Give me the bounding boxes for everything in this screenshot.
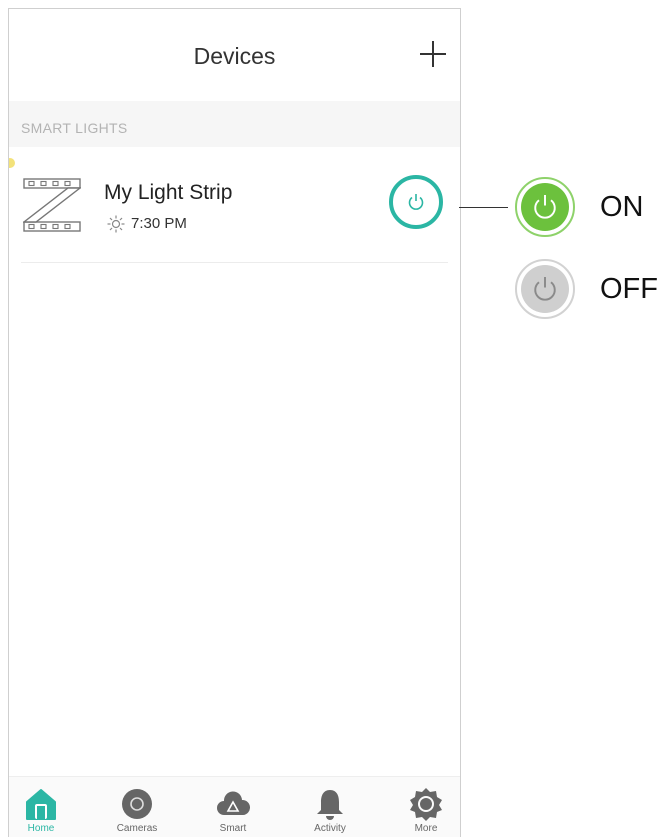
add-device-button[interactable] (418, 39, 448, 69)
phone-screen: Devices SMART LIGHTS My Light Strip 7:30… (8, 8, 461, 837)
gear-icon (410, 788, 442, 821)
tab-cameras[interactable]: Cameras (107, 777, 167, 837)
tab-label: Home (27, 823, 55, 834)
sun-icon (107, 215, 125, 233)
header: Devices (9, 9, 460, 101)
cloud-icon (217, 791, 250, 815)
divider (21, 262, 448, 263)
power-icon (408, 194, 424, 210)
section-label: SMART LIGHTS (21, 120, 128, 136)
legend-off-label: OFF (600, 273, 658, 305)
callout-line (459, 207, 508, 208)
power-icon (534, 195, 556, 219)
tab-label: Cameras (116, 823, 158, 834)
power-icon (534, 277, 556, 301)
tab-label: Activity (314, 823, 346, 834)
tab-more[interactable]: More (396, 777, 456, 837)
tab-smart[interactable]: Smart (203, 777, 263, 837)
bell-icon (317, 790, 343, 820)
power-toggle-button[interactable] (389, 175, 443, 229)
page-title: Devices (193, 43, 276, 69)
tab-bar: Home Cameras Smart Activity More (9, 776, 460, 837)
tab-label: More (414, 823, 438, 834)
tab-label: Smart (219, 823, 247, 834)
legend-on-label: ON (600, 191, 644, 223)
device-name: My Light Strip (104, 181, 233, 204)
section-header: SMART LIGHTS (9, 101, 460, 147)
tab-home[interactable]: Home (11, 777, 71, 837)
legend-on-icon (515, 177, 575, 237)
home-icon (26, 789, 56, 820)
camera-icon (122, 789, 152, 819)
schedule-time: 7:30 PM (131, 215, 187, 232)
tab-activity[interactable]: Activity (300, 777, 360, 837)
legend-off-icon (515, 259, 575, 319)
light-strip-icon (23, 178, 81, 232)
